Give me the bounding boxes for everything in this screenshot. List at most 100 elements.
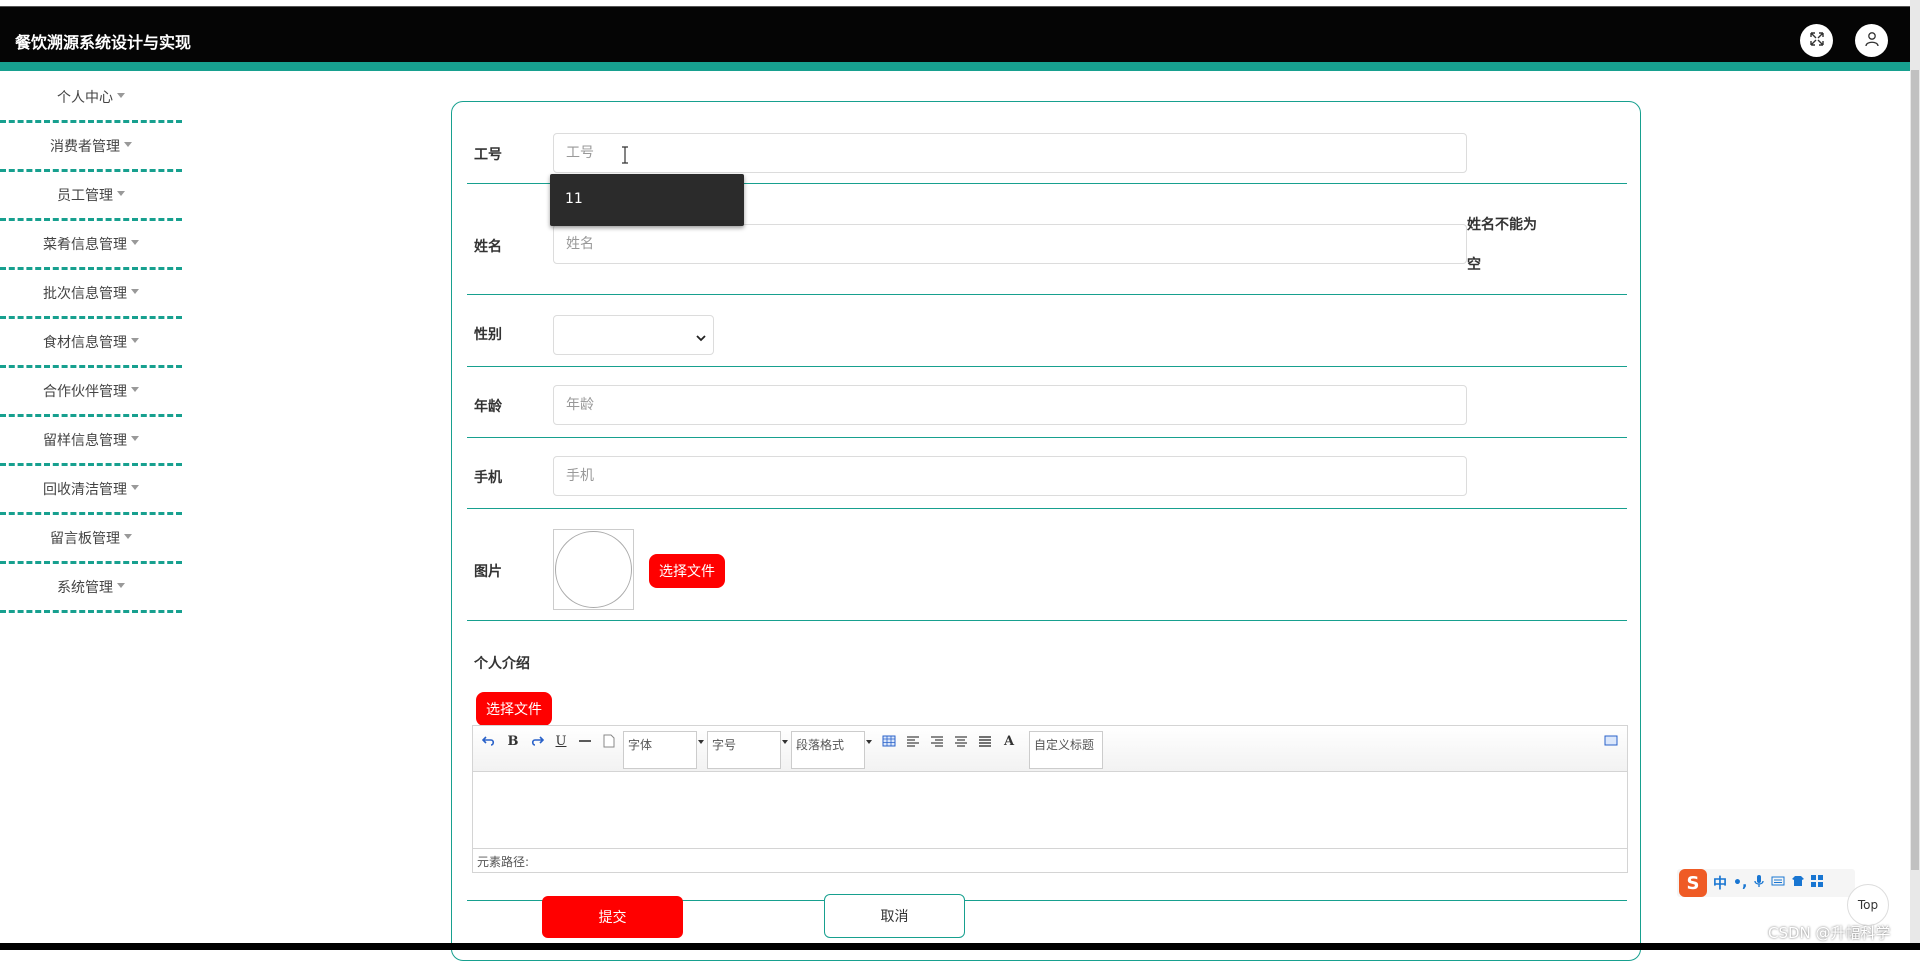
sidebar-item-label: 合作伙伴管理: [43, 384, 127, 400]
dropdown-arrow-icon: [782, 740, 788, 744]
ime-mode-toggle[interactable]: 中: [1713, 873, 1727, 893]
caret-down-icon: [117, 190, 125, 196]
sidebar-item-employees[interactable]: 员工管理: [0, 172, 182, 221]
name-error-message: 姓名不能为: [1467, 217, 1537, 233]
sidebar-item-system[interactable]: 系统管理: [0, 564, 182, 613]
microphone-icon[interactable]: [1753, 874, 1765, 892]
caret-down-icon: [124, 141, 132, 147]
sidebar-item-samples[interactable]: 留样信息管理: [0, 417, 182, 466]
form-row-gender: 性别: [467, 295, 1627, 367]
sidebar-item-label: 留样信息管理: [43, 433, 127, 449]
name-label: 姓名: [474, 239, 502, 255]
phone-input[interactable]: [553, 456, 1467, 496]
caret-down-icon: [117, 582, 125, 588]
paragraph-format-select[interactable]: 段落格式: [791, 731, 872, 769]
sidebar-item-label: 批次信息管理: [43, 286, 127, 302]
picture-preview: [553, 529, 634, 610]
sidebar-item-recycling[interactable]: 回收清洁管理: [0, 466, 182, 515]
ime-punctuation-toggle[interactable]: •,: [1733, 875, 1747, 891]
align-justify-icon[interactable]: [975, 731, 995, 751]
skin-icon[interactable]: [1791, 875, 1805, 891]
chevron-down-icon: [695, 329, 707, 348]
employee-no-label: 工号: [474, 147, 502, 163]
picture-label: 图片: [474, 564, 502, 580]
sidebar-item-label: 留言板管理: [50, 531, 120, 547]
font-size-select[interactable]: 字号: [707, 731, 788, 769]
editor-content-area[interactable]: [473, 772, 1627, 850]
autocomplete-dropdown: 11: [550, 174, 744, 226]
keyboard-icon[interactable]: [1771, 875, 1785, 891]
csdn-watermark: CSDN @升幅科学: [1768, 924, 1891, 942]
caret-down-icon: [117, 92, 125, 98]
redo-icon[interactable]: [527, 731, 547, 751]
back-to-top-button[interactable]: Top: [1847, 884, 1889, 926]
autocomplete-option[interactable]: 11: [565, 191, 583, 207]
sidebar-item-consumers[interactable]: 消费者管理: [0, 123, 182, 172]
sidebar-item-label: 食材信息管理: [43, 335, 127, 351]
window-bottom-edge: [0, 943, 1920, 950]
form-row-age: 年龄: [467, 367, 1627, 438]
toolbox-icon[interactable]: [1811, 875, 1824, 891]
name-input[interactable]: [553, 224, 1467, 264]
horizontal-rule-icon[interactable]: [575, 731, 595, 751]
sidebar-item-personal-center[interactable]: 个人中心: [0, 74, 182, 123]
avatar-placeholder: [555, 531, 632, 608]
page-scrollbar[interactable]: [1910, 0, 1920, 950]
sidebar-item-partners[interactable]: 合作伙伴管理: [0, 368, 182, 417]
font-family-select[interactable]: 字体: [623, 731, 704, 769]
gender-select[interactable]: [553, 315, 714, 355]
underline-icon[interactable]: U: [551, 731, 571, 751]
undo-icon[interactable]: [479, 731, 499, 751]
sidebar-item-message-board[interactable]: 留言板管理: [0, 515, 182, 564]
dropdown-arrow-icon: [866, 740, 872, 744]
app-title: 餐饮溯源系统设计与实现: [15, 33, 192, 52]
align-center-icon[interactable]: [951, 731, 971, 751]
editor-toolbar: B U 字体 字号 段落格式 A 自定义标题: [473, 726, 1627, 772]
sidebar-item-dishes[interactable]: 菜肴信息管理: [0, 221, 182, 270]
intro-choose-file-button[interactable]: 选择文件: [476, 692, 552, 726]
scrollbar-thumb[interactable]: [1911, 70, 1919, 870]
form-row-phone: 手机: [467, 438, 1627, 509]
user-icon: [1864, 31, 1880, 51]
header-accent-bar: [0, 62, 1910, 71]
sidebar: 个人中心 消费者管理 员工管理 菜肴信息管理 批次信息管理 食材信息管理 合作伙…: [0, 74, 182, 613]
user-menu-button[interactable]: [1855, 24, 1888, 57]
table-icon[interactable]: [879, 731, 899, 751]
bold-icon[interactable]: B: [503, 731, 523, 751]
sidebar-item-label: 员工管理: [57, 188, 113, 204]
caret-down-icon: [131, 239, 139, 245]
cancel-button[interactable]: 取消: [824, 894, 965, 938]
employee-no-input[interactable]: [553, 133, 1467, 173]
fullscreen-button[interactable]: [1800, 24, 1833, 57]
age-input[interactable]: [553, 385, 1467, 425]
form-row-picture: 图片 选择文件: [467, 509, 1627, 621]
document-icon[interactable]: [599, 731, 619, 751]
submit-button[interactable]: 提交: [542, 896, 683, 938]
custom-title-label: 自定义标题: [1034, 738, 1095, 752]
intro-label: 个人介绍: [474, 656, 530, 672]
font-family-label: 字体: [628, 738, 653, 752]
expand-icon: [1809, 31, 1825, 51]
caret-down-icon: [131, 386, 139, 392]
app-header: 餐饮溯源系统设计与实现: [0, 7, 1910, 62]
align-right-icon[interactable]: [927, 731, 947, 751]
caret-down-icon: [124, 533, 132, 539]
sogou-logo-icon[interactable]: S: [1679, 869, 1707, 897]
custom-title-select[interactable]: 自定义标题: [1029, 731, 1103, 769]
caret-down-icon: [131, 337, 139, 343]
font-color-icon[interactable]: A: [999, 731, 1019, 751]
caret-down-icon: [131, 288, 139, 294]
picture-choose-file-button[interactable]: 选择文件: [649, 554, 725, 588]
font-size-label: 字号: [712, 738, 737, 752]
caret-down-icon: [131, 484, 139, 490]
gender-label: 性别: [474, 327, 502, 343]
caret-down-icon: [131, 435, 139, 441]
preview-icon[interactable]: [1601, 731, 1621, 751]
phone-label: 手机: [474, 470, 502, 486]
form-row-employee-no: 工号: [467, 102, 1627, 184]
sidebar-item-batches[interactable]: 批次信息管理: [0, 270, 182, 319]
window-top-edge: [0, 0, 1910, 7]
align-left-icon[interactable]: [903, 731, 923, 751]
sidebar-item-ingredients[interactable]: 食材信息管理: [0, 319, 182, 368]
name-error-message-cont: 空: [1467, 257, 1481, 273]
